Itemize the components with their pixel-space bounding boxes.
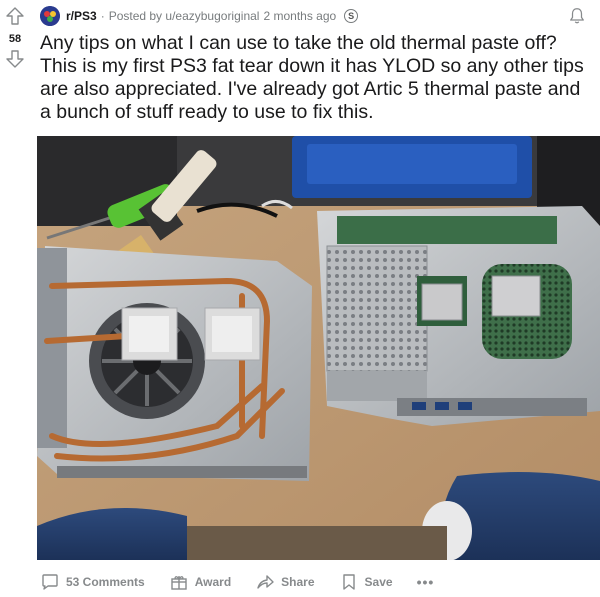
- post-time: 2 months ago: [263, 9, 337, 23]
- meta-separator: ·: [100, 9, 105, 23]
- bell-icon[interactable]: [568, 7, 586, 25]
- post-meta: r/PS3 · Posted by u/eazybugoriginal 2 mo…: [40, 6, 359, 26]
- post-actions: 53 Comments Award Share Save •••: [40, 570, 434, 594]
- posted-by[interactable]: Posted by u/eazybugoriginal: [109, 9, 260, 23]
- vote-column: 58: [0, 0, 30, 597]
- ps3-teardown-photo: [37, 136, 600, 560]
- arrow-up-icon[interactable]: [5, 6, 25, 26]
- comments-label: 53 Comments: [66, 575, 145, 589]
- subreddit-name[interactable]: r/PS3: [66, 9, 97, 23]
- gift-icon: [171, 576, 187, 590]
- share-arrow-icon: [257, 575, 274, 589]
- comments-button[interactable]: 53 Comments: [40, 572, 145, 592]
- bookmark-icon: [342, 574, 355, 590]
- comment-icon: [42, 574, 58, 590]
- save-label: Save: [364, 575, 393, 589]
- award-button[interactable]: Award: [169, 572, 231, 592]
- arrow-down-icon[interactable]: [5, 49, 25, 69]
- subreddit-avatar[interactable]: [40, 6, 60, 26]
- post-title[interactable]: Any tips on what I can use to take the o…: [40, 32, 595, 124]
- award-badge-icon: S: [344, 9, 359, 23]
- save-button[interactable]: Save: [339, 572, 393, 592]
- share-label: Share: [281, 575, 315, 589]
- post-image[interactable]: [37, 136, 600, 560]
- vote-count: 58: [8, 33, 22, 45]
- share-button[interactable]: Share: [255, 572, 315, 592]
- ps3-logo-icon: [40, 6, 60, 26]
- more-options-button[interactable]: •••: [417, 574, 435, 590]
- award-label: Award: [194, 575, 232, 589]
